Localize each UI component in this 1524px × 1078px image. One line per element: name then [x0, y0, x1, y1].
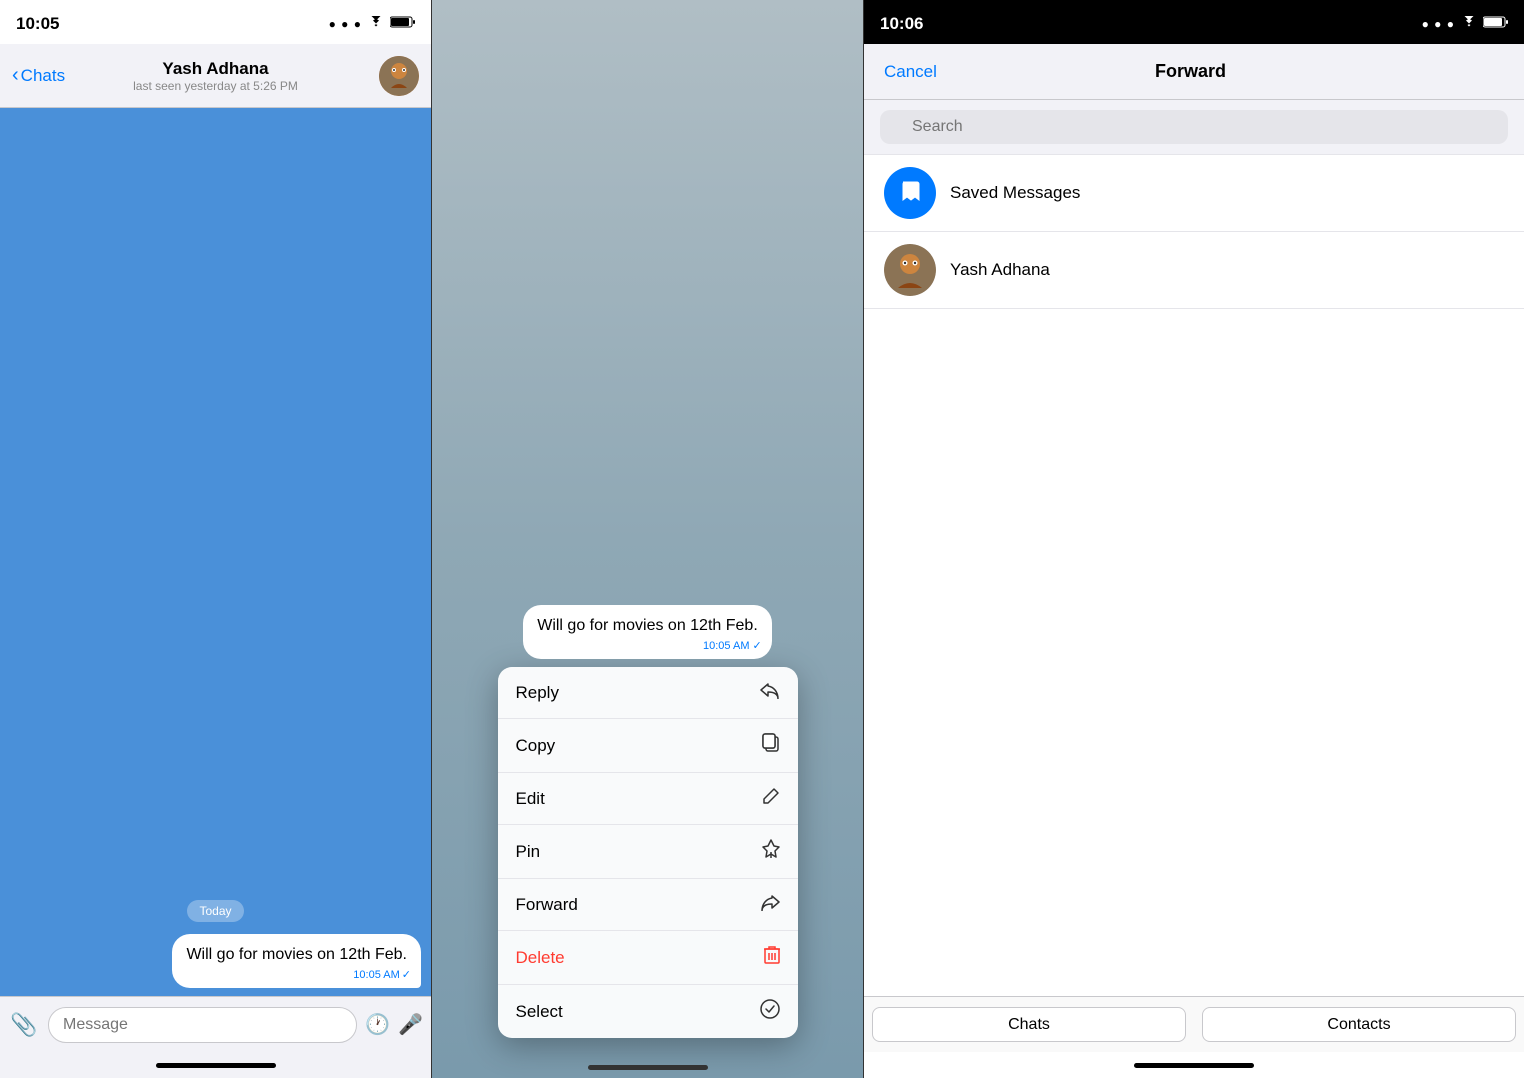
forward-tab-chats[interactable]: Chats	[872, 1007, 1186, 1042]
forward-icon	[760, 893, 780, 916]
search-wrapper: 🔍	[880, 110, 1508, 144]
saved-messages-avatar	[884, 167, 936, 219]
edit-label: Edit	[516, 789, 545, 809]
context-message-bubble: Will go for movies on 12th Feb. 10:05 AM…	[523, 605, 772, 659]
context-menu-copy[interactable]: Copy	[498, 719, 798, 773]
context-menu-edit[interactable]: Edit	[498, 773, 798, 825]
back-label: Chats	[21, 66, 65, 86]
nav-center: Yash Adhana last seen yesterday at 5:26 …	[133, 59, 298, 93]
status-time: 10:05	[16, 14, 59, 34]
nav-contact-name: Yash Adhana	[133, 59, 298, 79]
message-time: 10:05 AM	[353, 968, 399, 983]
forward-signal-icon: ● ● ●	[1422, 17, 1455, 31]
trash-icon	[764, 945, 780, 970]
context-message-time: 10:05 AM	[703, 640, 749, 652]
home-indicator-2	[432, 1049, 863, 1078]
chats-tab-label: Chats	[1008, 1016, 1050, 1034]
forward-search-bar: 🔍	[864, 100, 1524, 155]
sticker-icon[interactable]: 🕐	[365, 1012, 390, 1037]
forward-contact-yash[interactable]: Yash Adhana	[864, 232, 1524, 309]
date-divider: Today	[0, 900, 431, 922]
forward-status-time: 10:06	[880, 14, 923, 34]
forward-status-bar: 10:06 ● ● ●	[864, 0, 1524, 44]
yash-avatar	[884, 244, 936, 296]
signal-icon: ● ● ●	[329, 17, 362, 31]
context-menu-pin[interactable]: Pin	[498, 825, 798, 879]
wifi-icon	[368, 15, 384, 33]
forward-search-input[interactable]	[880, 110, 1508, 144]
message-meta: 10:05 AM ✓	[353, 968, 411, 983]
home-bar-1	[156, 1063, 276, 1068]
home-indicator-1	[0, 1052, 431, 1078]
date-badge: Today	[187, 900, 243, 922]
context-read-icon: ✓	[753, 640, 762, 652]
attachment-icon[interactable]: 📎	[8, 1012, 40, 1038]
contacts-tab-label: Contacts	[1327, 1016, 1390, 1034]
forward-panel: 10:06 ● ● ● Cancel Forward 🔍	[864, 0, 1524, 1078]
forward-wifi-icon	[1461, 15, 1477, 33]
cancel-button[interactable]: Cancel	[884, 62, 937, 82]
context-panel: Will go for movies on 12th Feb. 10:05 AM…	[432, 0, 864, 1078]
context-menu-delete[interactable]: Delete	[498, 931, 798, 985]
yash-contact-name: Yash Adhana	[950, 260, 1050, 280]
chat-input-bar: 📎 🕐 🎤	[0, 996, 431, 1052]
back-button[interactable]: ‹ Chats	[12, 64, 65, 87]
context-menu-reply[interactable]: Reply	[498, 667, 798, 719]
context-message-text: Will go for movies on 12th Feb.	[537, 617, 758, 634]
select-label: Select	[516, 1002, 563, 1022]
context-menu-forward[interactable]: Forward	[498, 879, 798, 931]
forward-status-icons: ● ● ●	[1422, 15, 1508, 33]
nav-contact-status: last seen yesterday at 5:26 PM	[133, 79, 298, 93]
context-menu: Reply Copy Edit Pin Forward	[498, 667, 798, 1038]
home-bar-2	[588, 1065, 708, 1070]
reply-label: Reply	[516, 683, 559, 703]
context-message-meta: 10:05 AM ✓	[703, 639, 762, 654]
avatar[interactable]	[379, 56, 419, 96]
forward-nav-bar: Cancel Forward	[864, 44, 1524, 100]
edit-icon	[762, 787, 780, 810]
back-chevron-icon: ‹	[12, 64, 19, 87]
message-input[interactable]	[48, 1007, 357, 1043]
read-checkmark-icon: ✓	[402, 968, 411, 983]
forward-tab-contacts[interactable]: Contacts	[1202, 1007, 1516, 1042]
forward-bottom-tabs: Chats Contacts	[864, 996, 1524, 1052]
forward-battery-icon	[1483, 15, 1508, 33]
forward-contact-saved[interactable]: Saved Messages	[864, 155, 1524, 232]
forward-title: Forward	[1155, 61, 1226, 82]
avatar-image	[379, 56, 419, 96]
mic-icon[interactable]: 🎤	[398, 1012, 423, 1037]
saved-messages-name: Saved Messages	[950, 183, 1080, 203]
delete-label: Delete	[516, 948, 565, 968]
chat-messages: Today Will go for movies on 12th Feb. 10…	[0, 108, 431, 996]
copy-label: Copy	[516, 736, 556, 756]
forward-contacts-list: Saved Messages Yash Adhana	[864, 155, 1524, 996]
status-icons: ● ● ●	[329, 15, 415, 33]
home-indicator-3	[864, 1052, 1524, 1078]
chat-nav-bar: ‹ Chats Yash Adhana last seen yesterday …	[0, 44, 431, 108]
pin-label: Pin	[516, 842, 541, 862]
reply-icon	[760, 681, 780, 704]
status-bar: 10:05 ● ● ●	[0, 0, 431, 44]
pin-icon	[762, 839, 780, 864]
forward-label: Forward	[516, 895, 578, 915]
message-bubble[interactable]: Will go for movies on 12th Feb. 10:05 AM…	[172, 934, 421, 988]
context-menu-select[interactable]: Select	[498, 985, 798, 1038]
select-icon	[760, 999, 780, 1024]
chat-panel: 10:05 ● ● ● ‹ Chats Yash Adhana last see…	[0, 0, 432, 1078]
message-text: Will go for movies on 12th Feb.	[186, 946, 407, 963]
copy-icon	[762, 733, 780, 758]
home-bar-3	[1134, 1063, 1254, 1068]
battery-icon	[390, 15, 415, 33]
